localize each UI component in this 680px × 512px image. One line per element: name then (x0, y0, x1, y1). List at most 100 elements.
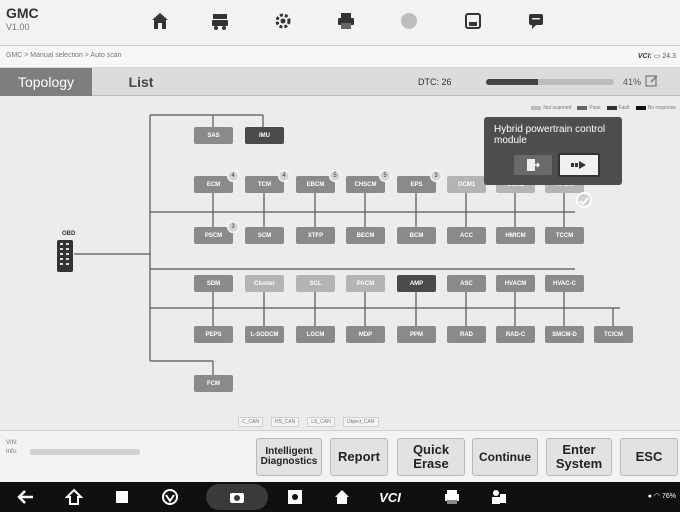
obd-connector-icon[interactable] (56, 239, 74, 273)
module-xtfp[interactable]: XTFP (296, 227, 335, 244)
module-l-sodcm[interactable]: L-SODCM (245, 326, 284, 343)
obd-label: OBD (62, 231, 76, 237)
home-icon[interactable] (62, 486, 86, 508)
module-hvac-c[interactable]: HVAC-C (545, 275, 584, 292)
tab-list[interactable]: List (92, 68, 190, 96)
save-icon[interactable] (440, 4, 506, 38)
breadcrumb: GMC > Manual selection > Auto scan (6, 52, 122, 59)
legend-swatch (606, 105, 617, 110)
vin-value-redacted (30, 449, 140, 455)
brand: GMC V1.00 (6, 5, 39, 32)
vci-icon[interactable]: VCI (378, 486, 402, 508)
module-sdm[interactable]: SDM (194, 275, 233, 292)
home-icon[interactable] (127, 4, 193, 38)
legend-label: Pass (589, 105, 601, 111)
enter-system-button[interactable]: Enter System (546, 438, 612, 476)
legend-item: Not scanned (531, 105, 571, 111)
dtc-badge: 3 (430, 170, 442, 182)
vehicle-icon[interactable] (187, 4, 253, 38)
vin-info: VIN: Info: (6, 439, 18, 457)
app-version: V1.00 (6, 22, 30, 32)
module-pacm[interactable]: PACM (346, 275, 385, 292)
view-tabs: Topology List DTC: 26 41% (0, 68, 680, 96)
module-bcm[interactable]: BCM (397, 227, 436, 244)
wifi-icon: ◠ (653, 493, 661, 500)
legend-swatch (577, 105, 588, 110)
module-rad-c[interactable]: RAD-C (496, 326, 535, 343)
module-acc[interactable]: ACC (447, 227, 486, 244)
dtc-badge: 4 (278, 170, 290, 182)
legend-label: Fault (618, 105, 630, 111)
settings-icon[interactable] (250, 4, 316, 38)
camera-icon[interactable] (225, 486, 249, 508)
vci-status: VCI: ▭ 24.3 (638, 52, 676, 60)
vci-value: 24.3 (662, 53, 676, 60)
module-tcicm[interactable]: TCICM (594, 326, 633, 343)
dtc-badge: 5 (379, 170, 391, 182)
module-peps[interactable]: PEPS (194, 326, 233, 343)
quick-erase-button[interactable]: Quick Erase (397, 438, 465, 476)
module-cluster[interactable]: Cluster (245, 275, 284, 292)
edit-icon[interactable] (645, 74, 659, 88)
location-icon: ● (647, 493, 652, 500)
module-scm[interactable]: SCM (245, 227, 284, 244)
breadcrumb-bar: GMC > Manual selection > Auto scan VCI: … (0, 46, 680, 68)
legend-swatch (531, 105, 542, 110)
module-rad[interactable]: RAD (447, 326, 486, 343)
module-fcm[interactable]: FCM (194, 375, 233, 392)
module-sas[interactable]: SAS (194, 127, 233, 144)
tooltip-text: Hybrid powertrain control module (494, 124, 606, 146)
back-icon[interactable] (14, 486, 38, 508)
module-mdp[interactable]: MDP (346, 326, 385, 343)
recent-apps-icon[interactable] (110, 486, 134, 508)
vci-label: VCI: (637, 53, 652, 60)
module-smcm-d[interactable]: SMCM-D (545, 326, 584, 343)
info-label: Info: (6, 449, 18, 455)
module-becm[interactable]: BECM (346, 227, 385, 244)
scan-progress-bar (486, 79, 614, 85)
tab-topology[interactable]: Topology (0, 68, 92, 96)
module-tccm[interactable]: TCCM (545, 227, 584, 244)
double-arrow-icon (571, 161, 586, 169)
browser-icon[interactable] (158, 486, 182, 508)
home-app-icon[interactable] (330, 486, 354, 508)
dtc-badge: 3 (227, 221, 239, 233)
document-arrow-icon (527, 159, 540, 171)
brightness-icon[interactable] (283, 486, 307, 508)
module-ocm1[interactable]: OCM1 (447, 176, 486, 193)
vin-label: VIN: (6, 440, 18, 446)
system-status: ● ◠ 76% (648, 492, 676, 500)
bus-legend-item: C_CAN (238, 417, 263, 427)
bus-legend-item: HS_CAN (270, 417, 300, 427)
legend-item: No response (635, 105, 676, 111)
module-hmicm[interactable]: HMICM (496, 227, 535, 244)
help-icon[interactable] (376, 4, 442, 38)
battery-icon: ▭ (653, 53, 661, 60)
module-tooltip: Hybrid powertrain control module (484, 117, 622, 185)
module-scl[interactable]: SCL (296, 275, 335, 292)
chat-icon[interactable] (503, 4, 569, 38)
module-lgcm[interactable]: LGCM (296, 326, 335, 343)
module-hvacm[interactable]: HVACM (496, 275, 535, 292)
esc-button[interactable]: ESC (620, 438, 678, 476)
scan-progress-text: 41% (623, 77, 642, 87)
enter-module-button[interactable] (514, 155, 552, 175)
module-imu[interactable]: IMU (245, 127, 284, 144)
bus-legend: C_CAN HS_CAN LS_CAN Object_CAN (238, 417, 379, 427)
continue-button[interactable]: Continue (472, 438, 538, 476)
module-amp[interactable]: AMP (397, 275, 436, 292)
battery-percent: 76% (661, 493, 676, 500)
legend-label: Not scanned (543, 105, 572, 111)
remote-support-icon[interactable] (487, 486, 511, 508)
legend-item: Pass (577, 105, 601, 111)
action-bar: VIN: Info: Intelligent Diagnostics Report… (0, 430, 680, 482)
intelligent-diagnostics-button[interactable]: Intelligent Diagnostics (256, 438, 322, 476)
module-ppm[interactable]: PPM (397, 326, 436, 343)
jump-to-module-button[interactable] (558, 153, 600, 177)
module-asc[interactable]: ASC (447, 275, 486, 292)
legend-item: Fault (606, 105, 630, 111)
bus-legend-item: LS_CAN (307, 417, 335, 427)
print-icon[interactable] (313, 4, 379, 38)
report-button[interactable]: Report (330, 438, 388, 476)
printer-icon[interactable] (440, 486, 464, 508)
